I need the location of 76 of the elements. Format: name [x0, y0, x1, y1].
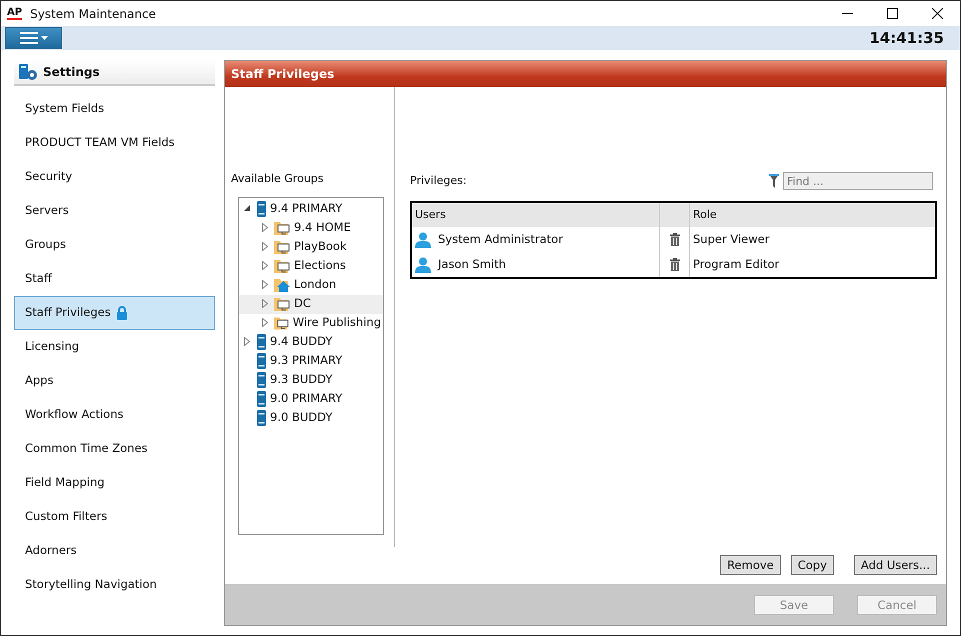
- folder-icon: [274, 259, 291, 273]
- tree-item[interactable]: London: [239, 276, 383, 294]
- user-icon: [415, 232, 431, 248]
- expand-arrow-icon[interactable]: [261, 261, 269, 270]
- sidebar-item[interactable]: Apps: [14, 364, 215, 398]
- home-folder-icon: [274, 278, 291, 292]
- settings-icon: [18, 64, 38, 80]
- sidebar-item[interactable]: PRODUCT TEAM VM Fields: [14, 126, 215, 160]
- sidebar-item[interactable]: Groups: [14, 228, 215, 262]
- expand-arrow-icon[interactable]: [261, 280, 269, 289]
- maximize-icon: [887, 8, 898, 19]
- server-icon: [256, 372, 267, 388]
- sidebar-item[interactable]: Custom Filters: [14, 500, 215, 534]
- role-cell-text: Program Editor: [692, 256, 780, 273]
- action-button[interactable]: Remove: [720, 555, 781, 575]
- user-name: Jason Smith: [438, 256, 506, 273]
- close-icon: [932, 8, 943, 19]
- sidebar-item[interactable]: Workflow Actions: [14, 398, 215, 432]
- clock: 14:41:35: [869, 28, 944, 49]
- caret-icon: [40, 36, 48, 40]
- tree-item[interactable]: 9.4 HOME: [239, 218, 383, 238]
- action-button[interactable]: Copy: [790, 555, 834, 575]
- expand-arrow-icon[interactable]: [261, 299, 269, 308]
- folder-icon: [274, 221, 291, 235]
- trash-icon[interactable]: [670, 258, 680, 271]
- sidebar-item[interactable]: Security: [14, 160, 215, 194]
- server-icon: [256, 201, 267, 217]
- sidebar-item[interactable]: Licensing: [14, 330, 215, 364]
- filter-icon: [769, 174, 779, 188]
- action-button[interactable]: Add Users...: [854, 555, 937, 575]
- expand-arrow-icon[interactable]: [261, 223, 269, 232]
- collapse-arrow-icon[interactable]: [243, 204, 251, 212]
- tree-item[interactable]: DC: [239, 294, 383, 314]
- sidebar-item[interactable]: Common Time Zones: [14, 432, 215, 466]
- minimize-icon: [842, 12, 853, 14]
- sidebar-title: Settings: [43, 64, 100, 81]
- user-icon: [415, 256, 431, 272]
- sidebar-item[interactable]: Staff: [14, 262, 215, 296]
- server-icon: [256, 410, 267, 426]
- tree-item[interactable]: 9.3 BUDDY: [239, 370, 383, 390]
- tree-item[interactable]: 9.0 BUDDY: [239, 408, 383, 428]
- window-title: System Maintenance: [30, 6, 156, 22]
- sidebar-item[interactable]: Staff Privileges: [14, 296, 215, 330]
- folder-icon: [274, 240, 291, 254]
- sidebar-item[interactable]: System Fields: [14, 92, 215, 126]
- panel-title: Staff Privileges: [225, 61, 946, 87]
- groups-label: Available Groups: [231, 171, 325, 187]
- role-cell-text: Super Viewer: [692, 230, 770, 248]
- expand-arrow-icon[interactable]: [261, 242, 269, 251]
- folder-icon: [274, 316, 290, 330]
- tree-item[interactable]: Elections: [239, 256, 383, 276]
- user-name: System Administrator: [438, 230, 563, 248]
- tree-item[interactable]: Wire Publishing: [239, 314, 383, 332]
- server-icon: [256, 334, 267, 350]
- menu-button[interactable]: [5, 27, 62, 49]
- app-logo: AP: [7, 7, 22, 20]
- column-header[interactable]: Users: [412, 203, 660, 227]
- server-icon: [256, 353, 267, 369]
- tree-item[interactable]: 9.0 PRIMARY: [239, 390, 383, 408]
- column-header[interactable]: Role: [690, 203, 935, 227]
- privileges-label: Privileges:: [410, 172, 467, 189]
- trash-icon[interactable]: [670, 233, 680, 246]
- sidebar-item[interactable]: Servers: [14, 194, 215, 228]
- server-icon: [256, 391, 267, 407]
- sidebar-item[interactable]: Storytelling Navigation: [14, 568, 215, 602]
- expand-arrow-icon[interactable]: [261, 318, 269, 327]
- tree-item[interactable]: 9.3 PRIMARY: [239, 352, 383, 370]
- menu-icon: [20, 32, 38, 44]
- tree-item[interactable]: 9.4 PRIMARY: [239, 200, 383, 218]
- folder-icon: [274, 297, 291, 311]
- sidebar-item[interactable]: Adorners: [14, 534, 215, 568]
- tree-item[interactable]: PlayBook: [239, 238, 383, 256]
- expand-arrow-icon[interactable]: [243, 337, 251, 346]
- find-field[interactable]: Find ...: [783, 172, 933, 190]
- tree-item[interactable]: 9.4 BUDDY: [239, 332, 383, 352]
- sidebar-item[interactable]: Field Mapping: [14, 466, 215, 500]
